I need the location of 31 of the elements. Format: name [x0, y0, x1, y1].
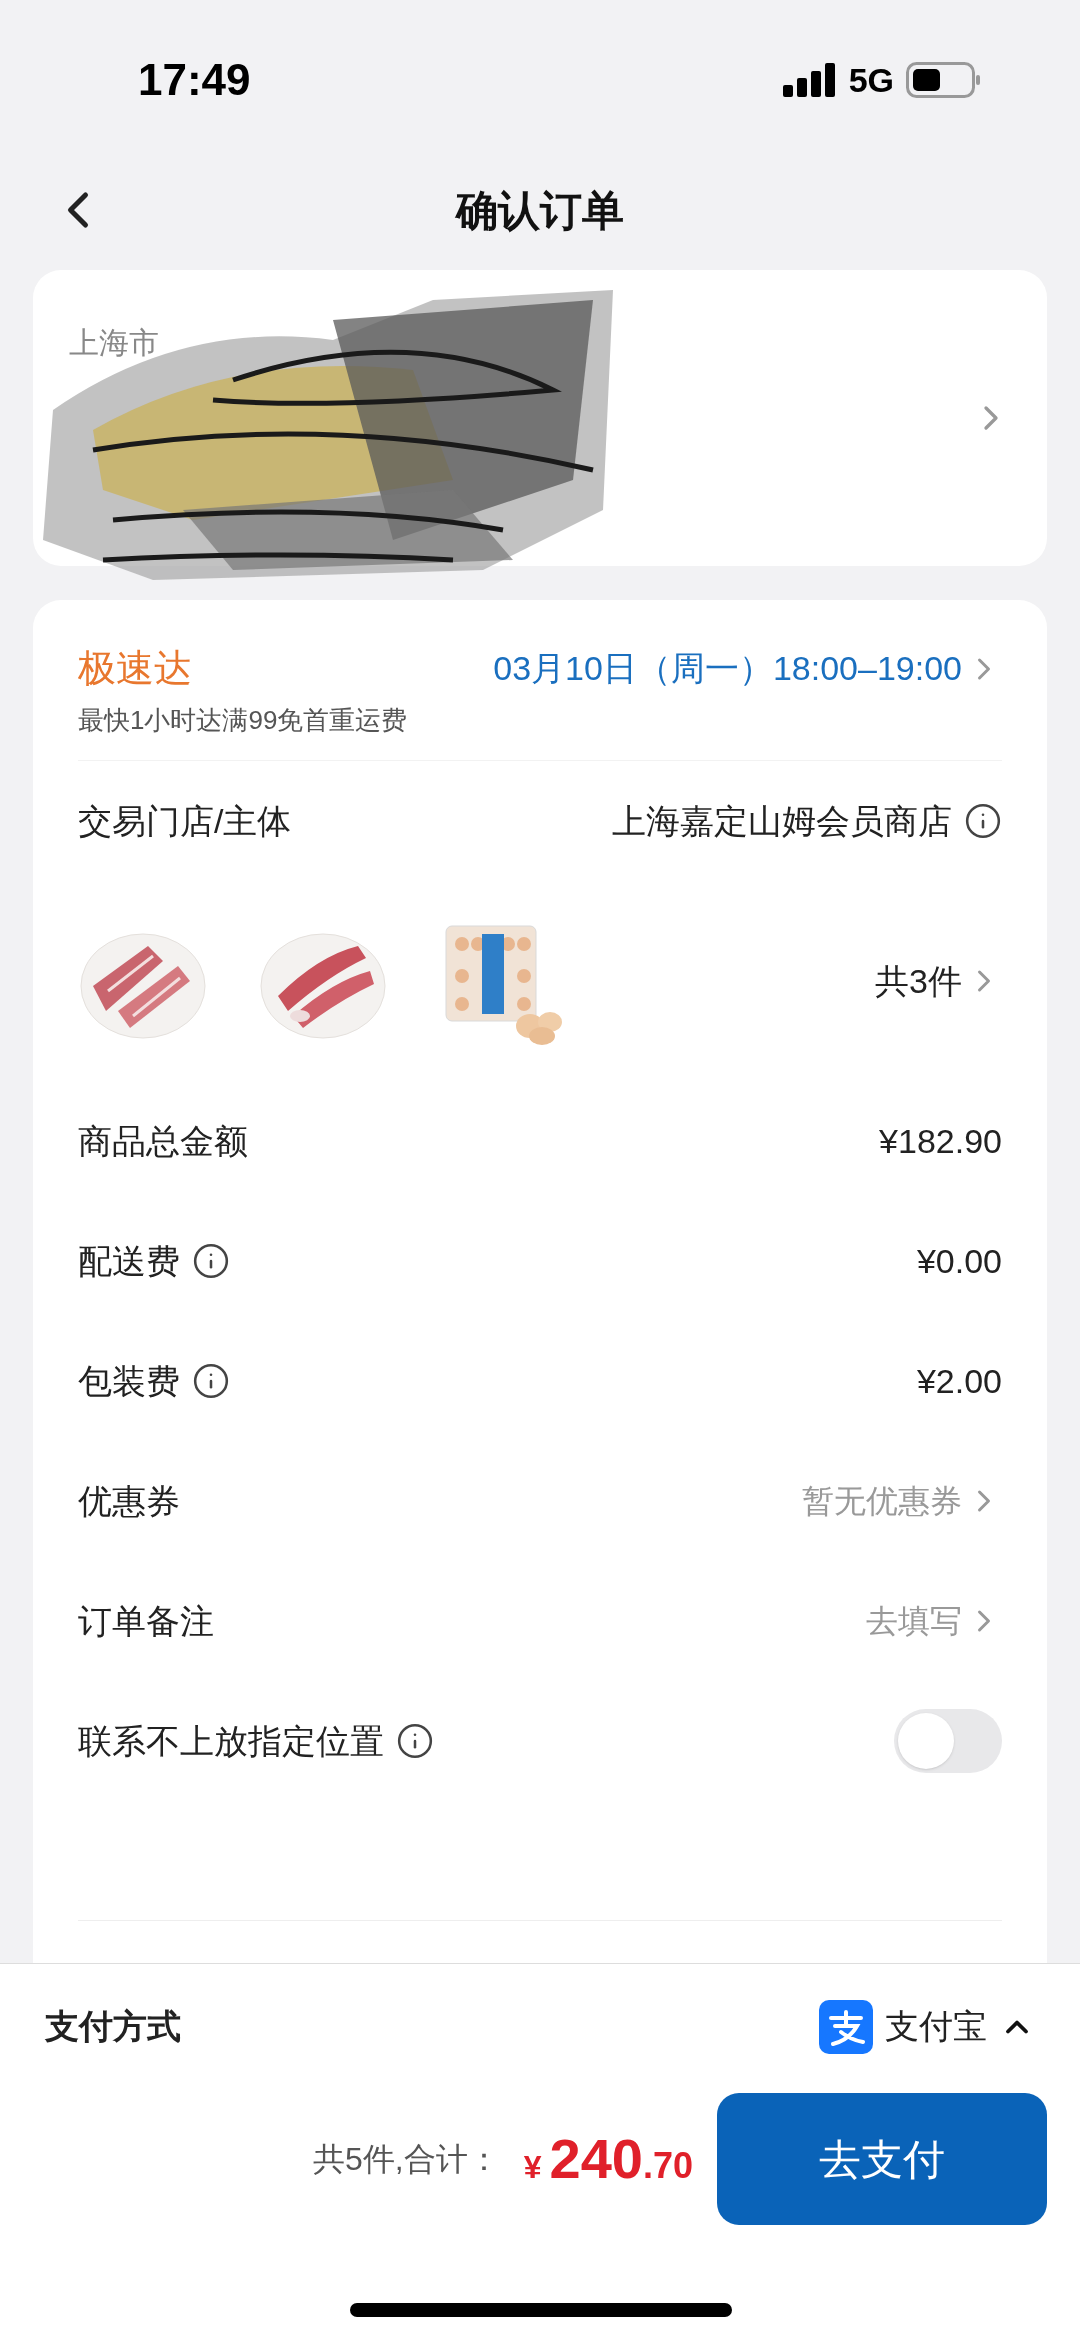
- item-count[interactable]: 共3件: [875, 955, 962, 1007]
- store-label: 交易门店/主体: [78, 800, 292, 842]
- delivery-name: 极速达: [78, 646, 192, 691]
- battery-icon: [906, 62, 980, 98]
- store-value: 上海嘉定山姆会员商店: [612, 800, 952, 842]
- delivery-note: 最快1小时达满99免首重运费: [78, 704, 409, 737]
- total-price: ¥240.70: [523, 2126, 693, 2192]
- info-icon[interactable]: [192, 1362, 230, 1400]
- total-summary: 共5件,合计：: [313, 2140, 500, 2179]
- amount-value: ¥2.00: [916, 1360, 1002, 1402]
- info-icon[interactable]: [192, 1242, 230, 1280]
- status-time: 17:49: [138, 54, 251, 106]
- payment-logo-icon: [819, 1999, 873, 2054]
- row-label: 订单备注: [78, 1600, 214, 1642]
- network-label: 5G: [848, 59, 894, 101]
- info-icon[interactable]: [396, 1722, 434, 1760]
- info-icon[interactable]: [964, 802, 1002, 840]
- pay-button[interactable]: 去支付: [717, 2093, 1047, 2225]
- payment-method[interactable]: 支付宝: [885, 2001, 987, 2052]
- page-title: 确认订单: [456, 185, 624, 236]
- delivery-slot[interactable]: 03月10日（周一）18:00–19:00: [493, 643, 962, 694]
- payment-label: 支付方式: [45, 2006, 181, 2047]
- amount-value: ¥0.00: [916, 1240, 1002, 1282]
- row-label: 优惠券: [78, 1480, 180, 1522]
- row-label: 联系不上放指定位置: [78, 1720, 384, 1762]
- row-label: 包装费: [78, 1360, 180, 1402]
- address-region: 上海市: [69, 325, 159, 361]
- signal-icon: [782, 63, 837, 97]
- row-label: 配送费: [78, 1240, 180, 1282]
- amount-value: ¥182.90: [879, 1120, 1002, 1162]
- row-label: 商品总金额: [78, 1120, 248, 1162]
